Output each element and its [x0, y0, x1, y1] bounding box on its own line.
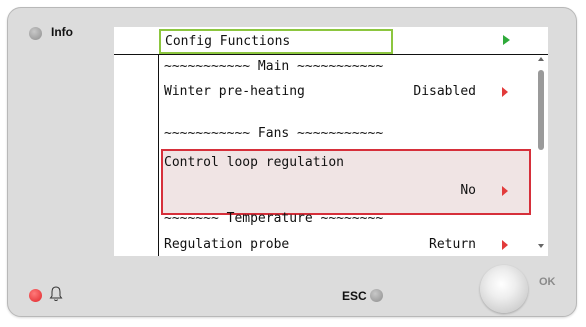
- left-column-divider: [114, 54, 159, 256]
- section-separator-temperature: ~~~~~~~ Temperature ~~~~~~~~: [164, 211, 384, 226]
- parameter-value-probe[interactable]: Return: [384, 234, 476, 256]
- menu-arrow-icon[interactable]: [503, 35, 510, 45]
- display-screen: Config Functions ~~~~~~~~~~~ Main ~~~~~~…: [114, 27, 548, 256]
- ok-knob-icon[interactable]: [480, 265, 528, 313]
- bell-icon[interactable]: [49, 285, 63, 303]
- menu-title[interactable]: Config Functions: [159, 29, 393, 54]
- ok-label: OK: [539, 276, 556, 288]
- scroll-thumb[interactable]: [538, 70, 544, 150]
- header-row: Config Functions: [114, 27, 548, 55]
- parameter-value-winter[interactable]: Disabled: [384, 81, 476, 103]
- parameter-label-control-loop[interactable]: Control loop regulation: [164, 152, 344, 174]
- value-arrow-icon[interactable]: [502, 240, 508, 250]
- parameter-label-winter[interactable]: Winter pre-heating: [164, 81, 305, 103]
- scrollbar[interactable]: [537, 57, 546, 256]
- info-label: Info: [51, 25, 73, 39]
- value-arrow-icon[interactable]: [502, 87, 508, 97]
- parameter-value-control-loop[interactable]: No: [414, 180, 476, 202]
- value-arrow-icon[interactable]: [502, 186, 508, 196]
- esc-label: ESC: [342, 289, 367, 303]
- parameter-label-probe[interactable]: Regulation probe: [164, 234, 289, 256]
- scroll-down-icon[interactable]: [538, 244, 544, 248]
- section-separator-main: ~~~~~~~~~~~ Main ~~~~~~~~~~~: [164, 59, 384, 74]
- scroll-up-icon[interactable]: [538, 57, 544, 61]
- section-separator-fans: ~~~~~~~~~~~ Fans ~~~~~~~~~~~: [164, 126, 384, 141]
- alarm-led-icon[interactable]: [29, 289, 42, 302]
- esc-led-icon[interactable]: [370, 289, 383, 302]
- info-led-icon[interactable]: [29, 27, 42, 40]
